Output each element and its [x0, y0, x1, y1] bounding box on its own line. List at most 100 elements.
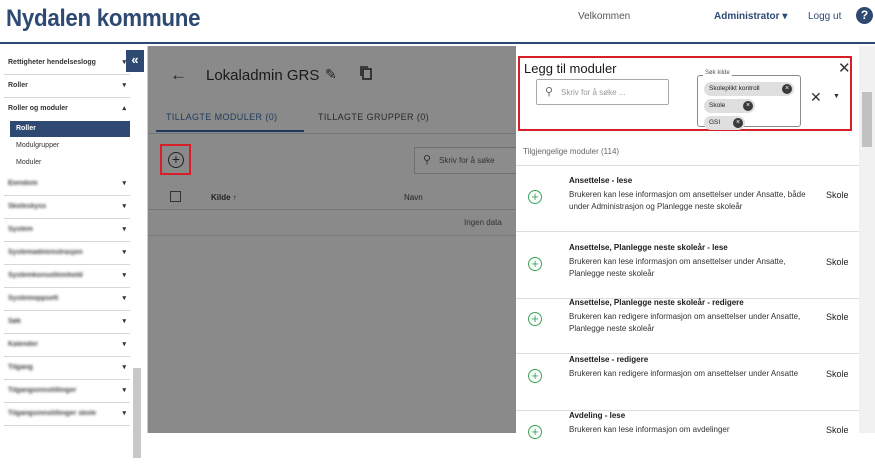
select-all-checkbox[interactable] [170, 191, 181, 202]
add-module-button[interactable]: + [160, 144, 191, 175]
available-modules-count: Tilgjengelige moduler (114) [523, 147, 620, 156]
sidebar-scrollbar[interactable] [133, 368, 141, 458]
copy-icon[interactable] [360, 66, 372, 80]
module-source: Skole [826, 190, 849, 200]
add-modules-header: Legg til moduler ✕ ⚲ Skriv for å søke ..… [518, 56, 852, 131]
panel-scrollbar-thumb[interactable] [862, 92, 872, 147]
sidebar-item[interactable]: Søk ▾ [4, 311, 130, 334]
module-name: Ansettelse, Planlegge neste skoleår - re… [569, 298, 744, 307]
sidebar-item-roller-og-moduler[interactable]: Roller og moduler ▴ [4, 98, 130, 121]
sidebar-item[interactable]: Systemoppsett ▾ [4, 288, 130, 311]
search-icon: ⚲ [423, 154, 432, 166]
chevron-down-icon: ▾ [122, 410, 126, 417]
sidebar-item[interactable]: Tilgang ▾ [4, 357, 130, 380]
add-circle-icon[interactable]: + [528, 190, 542, 204]
tab-tillagte-moduler[interactable]: TILLAGTE MODULER (0) [166, 112, 278, 122]
sidebar-item[interactable]: Skoleskyss ▾ [4, 196, 130, 219]
clear-filter-icon[interactable]: ✕ [810, 89, 822, 106]
main-search-input[interactable]: ⚲ Skriv for å søke [414, 147, 524, 174]
edit-icon[interactable]: ✎ [325, 66, 337, 83]
main-content-overlay: ← Lokaladmin GRS ✎ TILLAGTE MODULER (0) … [148, 46, 524, 433]
remove-chip-icon[interactable]: × [743, 101, 753, 111]
module-name: Ansettelse - redigere [569, 355, 649, 364]
filter-chip: Skoleplikt kontroll × [704, 82, 794, 96]
remove-chip-icon[interactable]: × [733, 118, 743, 128]
back-arrow-icon[interactable]: ← [170, 65, 187, 85]
chevron-down-icon: ▾ [122, 226, 126, 233]
search-icon: ⚲ [545, 86, 554, 98]
source-filter-label: Søk kilde [703, 70, 732, 76]
collapse-sidebar-button[interactable]: « [126, 50, 144, 72]
add-modules-panel: Legg til moduler ✕ ⚲ Skriv for å søke ..… [516, 46, 859, 439]
chevron-down-icon: ▾ [122, 272, 126, 279]
panel-title: Legg til moduler [524, 61, 617, 76]
module-name: Ansettelse - lese [569, 176, 633, 185]
sidebar-item[interactable]: Systemkonsollinnhold ▾ [4, 265, 130, 288]
nav-administrator-menu[interactable]: Administrator ▾ [714, 11, 787, 22]
module-source: Skole [826, 312, 849, 322]
module-description: Brukeren kan redigere informasjon om ans… [569, 369, 799, 378]
chevron-down-icon: ▾ [122, 341, 126, 348]
table-header: Kilde ↑ Navn [148, 186, 516, 210]
page-title: Lokaladmin GRS [206, 67, 320, 84]
chevron-down-icon[interactable]: ▼ [833, 93, 840, 100]
plus-circle-icon: + [168, 152, 184, 168]
sidebar-item-label: Rettigheter hendelseslogg [8, 59, 96, 66]
sidebar-item[interactable]: Tilgangsinnstillinger ▾ [4, 380, 130, 403]
sidebar: Rettigheter hendelseslogg ▾ Roller ▾ Rol… [0, 46, 148, 458]
chevron-down-icon: ▾ [122, 295, 126, 302]
divider [148, 235, 516, 236]
search-placeholder: Skriv for å søke ... [561, 88, 626, 97]
filter-chip: GSI × [704, 116, 745, 130]
sidebar-item-label: Roller [8, 82, 28, 89]
module-source: Skole [826, 369, 849, 379]
add-circle-icon[interactable]: + [528, 312, 542, 326]
chevron-down-icon: ▾ [122, 318, 126, 325]
sidebar-subitem-roller[interactable]: Roller [10, 121, 130, 137]
sidebar-item[interactable]: Systemadministrasjon ▾ [4, 242, 130, 265]
module-search-input[interactable]: ⚲ Skriv for å søke ... [536, 79, 669, 105]
sidebar-item[interactable]: System ▾ [4, 219, 130, 242]
search-placeholder: Skriv for å søke [439, 156, 495, 165]
remove-chip-icon[interactable]: × [782, 84, 792, 94]
sidebar-item-rettigheter-hendelseslogg[interactable]: Rettigheter hendelseslogg ▾ [4, 52, 130, 75]
add-circle-icon[interactable]: + [528, 425, 542, 439]
brand-logo[interactable]: Nydalen kommune [6, 5, 201, 33]
sidebar-item-roller[interactable]: Roller ▾ [4, 75, 130, 98]
chevron-up-icon: ▴ [122, 105, 126, 112]
sidebar-item[interactable]: Kalender ▾ [4, 334, 130, 357]
tab-tillagte-grupper[interactable]: TILLAGTE GRUPPER (0) [318, 112, 429, 122]
add-circle-icon[interactable]: + [528, 257, 542, 271]
sidebar-subitem-modulgrupper[interactable]: Modulgrupper [10, 138, 130, 154]
module-description: Brukeren kan lese informasjon om ansette… [569, 190, 806, 211]
module-description: Brukeren kan lese informasjon om avdelin… [569, 425, 730, 434]
close-icon[interactable]: ✕ [838, 59, 851, 77]
filter-chip: Skole × [704, 99, 755, 113]
list-item[interactable]: + Ansettelse - lese Brukeren kan lese in… [516, 166, 859, 232]
logout-link[interactable]: Logg ut [808, 11, 841, 22]
column-header-navn[interactable]: Navn [404, 193, 423, 202]
active-tab-indicator [156, 130, 304, 132]
chevron-down-icon: ▾ [122, 180, 126, 187]
chevron-down-icon: ▾ [122, 203, 126, 210]
no-data-text: Ingen data [464, 218, 502, 227]
help-icon[interactable]: ? [856, 7, 873, 24]
module-description: Brukeren kan redigere informasjon om ans… [569, 312, 801, 333]
nav-welcome[interactable]: Velkommen [578, 11, 630, 22]
chevron-down-icon: ▾ [122, 387, 126, 394]
module-source: Skole [826, 425, 849, 435]
sidebar-subitem-moduler[interactable]: Moduler [10, 155, 130, 171]
top-bar: Nydalen kommune Velkommen Administrator … [0, 0, 875, 44]
add-circle-icon[interactable]: + [528, 369, 542, 383]
module-name: Ansettelse, Planlegge neste skoleår - le… [569, 243, 728, 252]
sidebar-item[interactable]: Eiendom ▾ [4, 173, 130, 196]
chevron-down-icon: ▾ [122, 364, 126, 371]
module-description: Brukeren kan lese informasjon om ansette… [569, 257, 786, 278]
chevron-down-icon: ▾ [122, 249, 126, 256]
column-header-kilde[interactable]: Kilde ↑ [211, 193, 237, 202]
list-item[interactable]: + Avdeling - lese Brukeren kan lese info… [516, 401, 859, 467]
module-name: Avdeling - lese [569, 411, 626, 420]
module-source: Skole [826, 257, 849, 267]
sidebar-item-label: Roller og moduler [8, 105, 68, 112]
sidebar-item[interactable]: Tilgangsinnstillinger skole ▾ [4, 403, 130, 426]
